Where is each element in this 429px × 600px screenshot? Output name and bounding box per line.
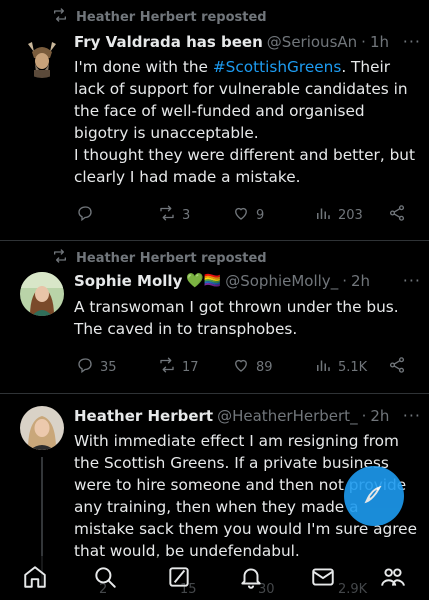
- like-count: 89: [256, 359, 273, 375]
- reply-button[interactable]: [76, 204, 100, 226]
- more-icon[interactable]: ···: [403, 32, 421, 51]
- handle[interactable]: @SophieMolly_: [225, 272, 338, 290]
- tweet-divider: [0, 240, 429, 241]
- views-count: 203: [338, 207, 363, 223]
- reply-count: 35: [100, 359, 117, 375]
- tweet-header: Sophie Molly 💚🏳️‍🌈 @SophieMolly_ · 2h ··…: [74, 271, 421, 290]
- repost-button[interactable]: 3: [158, 204, 190, 226]
- repost-button[interactable]: 17: [158, 356, 199, 378]
- timestamp[interactable]: 2h: [370, 407, 389, 425]
- tweet-divider: [0, 393, 429, 394]
- action-bar: 35 17 89 5.1K: [74, 356, 414, 378]
- repost-icon: [52, 7, 68, 27]
- tweet-text: I'm done with the #ScottishGreens. Their…: [74, 56, 417, 188]
- reply-icon: [76, 356, 94, 378]
- search-icon[interactable]: [92, 564, 118, 590]
- reply-button[interactable]: 35: [76, 356, 117, 378]
- hashtag-link[interactable]: #ScottishGreens: [213, 58, 342, 76]
- grok-icon[interactable]: [166, 564, 192, 590]
- views-count: 5.1K: [338, 359, 368, 375]
- reply-icon: [76, 204, 94, 226]
- avatar[interactable]: [20, 272, 64, 316]
- like-button[interactable]: 89: [232, 356, 273, 378]
- display-name[interactable]: Fry Valdrada has been: [74, 33, 263, 51]
- tweet-header: Fry Valdrada has been @SeriousAn · 1h ··…: [74, 32, 421, 51]
- more-icon[interactable]: ···: [403, 406, 421, 425]
- views-icon: [314, 204, 332, 226]
- messages-icon[interactable]: [310, 564, 336, 590]
- name-emoji: 💚🏳️‍🌈: [186, 272, 222, 289]
- home-icon[interactable]: [22, 564, 48, 590]
- repost-label: Heather Herbert reposted: [76, 9, 267, 25]
- separator-dot: ·: [361, 406, 367, 425]
- handle[interactable]: @SeriousAn: [267, 33, 357, 51]
- views-count: 2.9K: [338, 582, 368, 597]
- repost-icon: [158, 204, 176, 226]
- avatar[interactable]: [20, 34, 64, 78]
- tweet-text-part: I thought they were different and better…: [74, 146, 415, 186]
- share-button[interactable]: [388, 204, 406, 226]
- heart-icon: [232, 204, 250, 226]
- timestamp[interactable]: 2h: [351, 272, 370, 290]
- like-count: 9: [256, 207, 265, 223]
- share-icon: [388, 356, 406, 378]
- timestamp[interactable]: 1h: [370, 33, 389, 51]
- repost-indicator: Heather Herbert reposted: [52, 248, 267, 268]
- communities-icon[interactable]: [380, 564, 406, 590]
- share-button[interactable]: [388, 356, 406, 378]
- avatar[interactable]: [20, 406, 64, 450]
- views-icon: [314, 356, 332, 378]
- like-button[interactable]: 9: [232, 204, 264, 226]
- repost-icon: [158, 356, 176, 378]
- separator-dot: ·: [342, 271, 347, 290]
- views-button[interactable]: 203: [314, 204, 363, 226]
- repost-indicator: Heather Herbert reposted: [52, 7, 267, 27]
- repost-icon: [52, 248, 68, 268]
- repost-count: 17: [182, 359, 199, 375]
- compose-button[interactable]: [344, 466, 404, 526]
- share-icon: [388, 204, 406, 226]
- display-name[interactable]: Heather Herbert: [74, 407, 213, 425]
- tweet-text: A transwoman I got thrown under the bus.…: [74, 298, 399, 338]
- bottom-nav: 2 15 30 2.9K: [0, 556, 429, 600]
- notifications-icon[interactable]: [238, 564, 264, 590]
- display-name[interactable]: Sophie Molly: [74, 272, 182, 290]
- tweet-header: Heather Herbert @HeatherHerbert_ · 2h ··…: [74, 406, 421, 425]
- repost-label: Heather Herbert reposted: [76, 250, 267, 266]
- repost-count: 3: [182, 207, 191, 223]
- handle[interactable]: @HeatherHerbert_: [217, 407, 357, 425]
- more-icon[interactable]: ···: [403, 271, 421, 290]
- heart-icon: [232, 356, 250, 378]
- views-button[interactable]: 5.1K: [314, 356, 367, 378]
- separator-dot: ·: [361, 32, 366, 51]
- action-bar: 3 9 203: [74, 204, 414, 226]
- compose-icon: [361, 481, 387, 511]
- tweet-text-part: I'm done with the: [74, 58, 213, 76]
